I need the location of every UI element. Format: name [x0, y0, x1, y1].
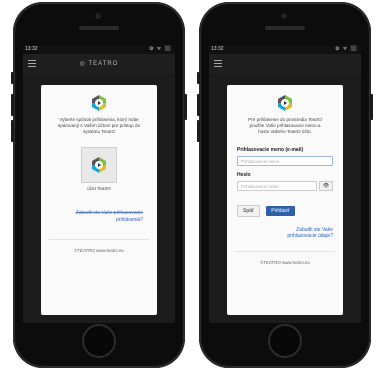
teatro-account-tile[interactable] [81, 147, 117, 183]
screen-left: 13:32 ⚙ ᯤ ⬛ ◎ TEATRO Vyberte spôsob prih… [23, 45, 175, 323]
forgot-link-group: Zabudli ste Vaše prihlasovacie prihlásen… [55, 210, 143, 223]
footer-copyright: ©TEATRO www.teatro.eu [260, 260, 310, 265]
menu-icon[interactable] [214, 60, 222, 69]
login-input[interactable]: Prihlasovacie meno [237, 156, 333, 166]
login-button[interactable]: Prihlásiť [266, 206, 295, 216]
login-help-link[interactable]: prihlásenia? [55, 217, 143, 223]
login-form-card: Pre prihlásenie do prostredia TeatrO pou… [227, 85, 343, 315]
password-row: Prihlasovacie heslo 👁 [237, 181, 333, 191]
login-method-card: Vyberte spôsob prihlásenia, ktorý máte s… [41, 85, 157, 315]
login-form: Prihlasovacie meno (e-mail) Prihlasovaci… [237, 147, 333, 239]
login-method-description: Vyberte spôsob prihlásenia, ktorý máte s… [57, 117, 141, 134]
footer-copyright: ©TEATRO www.teatro.eu [74, 248, 124, 253]
password-field-label: Heslo [237, 172, 251, 178]
mute-switch [11, 72, 14, 84]
forgot-credentials-group: Zabudli ste Vaše prihlasovacie údaje? [237, 227, 333, 239]
login-intro-text: Pre prihlásenie do prostredia TeatrO pou… [248, 117, 322, 134]
status-indicators: ⚙ ᯤ ⬛ [148, 46, 172, 52]
brand-title: ◎ TEATRO [79, 61, 119, 67]
teatro-logo-icon [278, 95, 292, 111]
footer-divider [235, 251, 335, 252]
status-bar: 13:32 ⚙ ᯤ ⬛ [209, 45, 361, 54]
power-button [184, 94, 187, 120]
front-camera [95, 13, 101, 19]
form-actions: Späť Prihlásiť [237, 199, 333, 217]
status-time: 13:32 [211, 46, 224, 52]
status-time: 13:32 [25, 46, 38, 52]
app-bar [209, 54, 361, 74]
earpiece-speaker [265, 26, 305, 30]
teatro-account-label: účet TeatrO [87, 186, 111, 191]
teatro-logo-icon [92, 95, 106, 111]
footer-divider [49, 239, 149, 240]
home-button [268, 324, 302, 358]
forgot-credentials-link-line2[interactable]: prihlasovacie údaje? [237, 233, 333, 239]
password-input[interactable]: Prihlasovacie heslo [237, 181, 317, 191]
home-button [82, 324, 116, 358]
status-bar: 13:32 ⚙ ᯤ ⬛ [23, 45, 175, 54]
show-password-icon[interactable]: 👁 [319, 181, 333, 191]
teatro-account-icon [92, 157, 106, 173]
volume-up-button [11, 94, 14, 116]
earpiece-speaker [79, 26, 119, 30]
power-button [370, 94, 373, 120]
volume-down-button [197, 120, 200, 142]
back-button[interactable]: Späť [237, 205, 260, 217]
screen-right: 13:32 ⚙ ᯤ ⬛ Pre prihlásenie do prostredi… [209, 45, 361, 323]
app-bar: ◎ TEATRO [23, 54, 175, 74]
status-indicators: ⚙ ᯤ ⬛ [334, 46, 358, 52]
phone-left: 13:32 ⚙ ᯤ ⬛ ◎ TEATRO Vyberte spôsob prih… [11, 2, 187, 368]
login-field-label: Prihlasovacie meno (e-mail) [237, 147, 304, 153]
forgot-credentials-link[interactable]: Zabudli ste Vaše prihlasovacie [55, 210, 143, 216]
volume-up-button [197, 94, 200, 116]
volume-down-button [11, 120, 14, 142]
phone-right: 13:32 ⚙ ᯤ ⬛ Pre prihlásenie do prostredi… [197, 2, 373, 368]
mute-switch [197, 72, 200, 84]
front-camera [281, 13, 287, 19]
